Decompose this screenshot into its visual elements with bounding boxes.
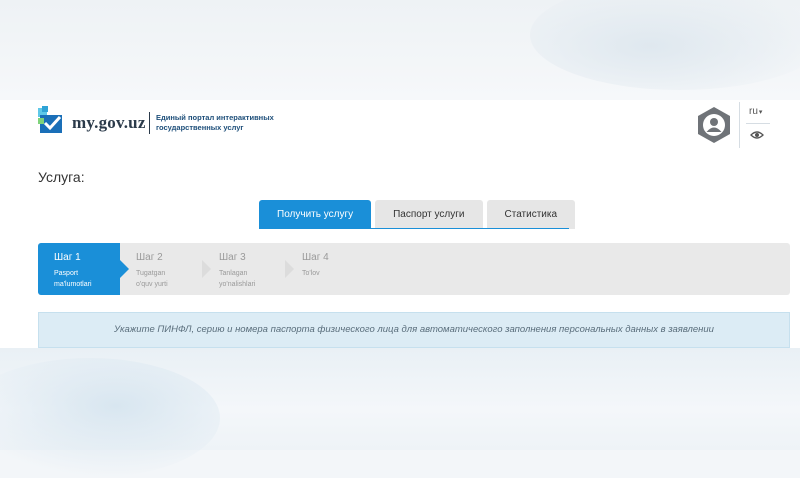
- step-desc-line: Tugatgan: [136, 270, 166, 277]
- page-title: Услуга:: [38, 169, 85, 185]
- chevron-down-icon: ▾: [758, 109, 763, 116]
- step-number: Шаг 4: [302, 252, 329, 263]
- tab-get-service[interactable]: Получить услугу: [259, 200, 372, 229]
- step-progress: Шаг 1 Pasport ma'lumotlari Шаг 2 Tugatga…: [38, 243, 790, 295]
- tab-service-passport[interactable]: Паспорт услуги: [375, 200, 483, 229]
- background-bottom: [0, 348, 800, 478]
- background-top: [0, 0, 800, 100]
- portal-tagline: Единый портал интерактивных государствен…: [156, 113, 296, 133]
- language-separator: [746, 123, 770, 124]
- step-1[interactable]: Шаг 1 Pasport ma'lumotlari: [38, 243, 129, 295]
- user-avatar-icon[interactable]: [695, 106, 733, 144]
- language-selector[interactable]: ru▾: [749, 106, 762, 117]
- eye-icon[interactable]: [750, 130, 764, 140]
- header-divider: [739, 102, 740, 148]
- tagline-line1: Единый портал интерактивных: [156, 113, 274, 122]
- tabs-underline: [259, 228, 569, 229]
- step-number: Шаг 3: [219, 252, 246, 263]
- step-2[interactable]: Шаг 2 Tugatgan o'quv yurti: [120, 243, 202, 295]
- brand-divider: [149, 112, 150, 134]
- step-number: Шаг 2: [136, 252, 163, 263]
- background-swirl: [0, 358, 220, 478]
- background-swirl: [530, 0, 800, 90]
- step-desc-line: o'quv yurti: [136, 281, 168, 288]
- info-message: Укажите ПИНФЛ, серию и номера паспорта ф…: [38, 312, 790, 348]
- step-3[interactable]: Шаг 3 Tanlagan yo'nalishlari: [203, 243, 285, 295]
- step-desc-line: ma'lumotlari: [54, 281, 92, 288]
- step-description: Pasport ma'lumotlari: [54, 268, 92, 290]
- brand-name[interactable]: my.gov.uz: [72, 113, 146, 133]
- step-desc-line: yo'nalishlari: [219, 281, 256, 288]
- step-description: Tugatgan o'quv yurti: [136, 268, 168, 290]
- step-desc-line: To'lov: [302, 270, 320, 277]
- service-tabs: Получить услугу Паспорт услуги Статистик…: [259, 200, 579, 229]
- portal-page: my.gov.uz Единый портал интерактивных го…: [0, 100, 800, 348]
- step-number: Шаг 1: [54, 252, 81, 263]
- step-description: Tanlagan yo'nalishlari: [219, 268, 255, 290]
- tagline-line2: государственных услуг: [156, 123, 244, 132]
- checkmark-logo-icon[interactable]: [38, 106, 66, 134]
- language-code: ru: [749, 106, 758, 117]
- tab-statistics[interactable]: Статистика: [486, 200, 576, 229]
- step-desc-line: Tanlagan: [219, 270, 248, 277]
- step-4[interactable]: Шаг 4 To'lov: [286, 243, 368, 295]
- step-desc-line: Pasport: [54, 270, 79, 277]
- step-description: To'lov: [302, 268, 320, 279]
